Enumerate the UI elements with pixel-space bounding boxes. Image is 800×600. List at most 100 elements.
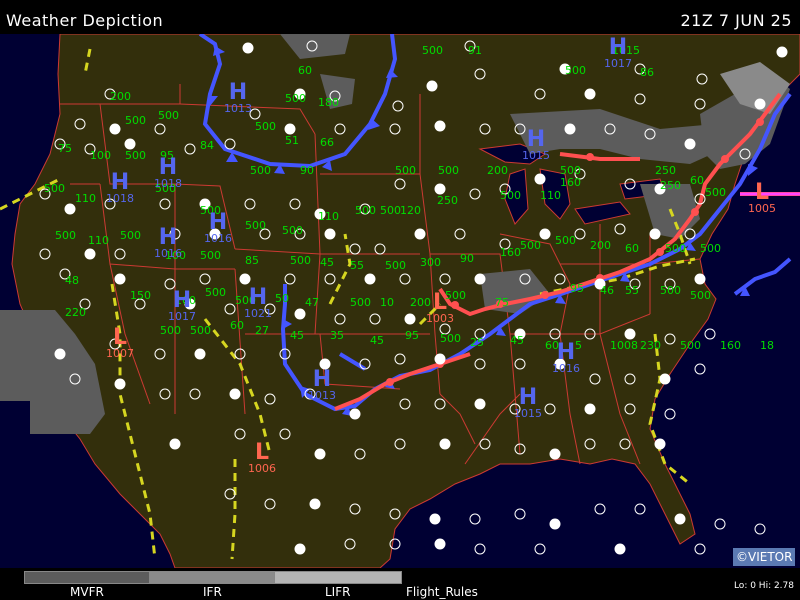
pressure-center-value: 1006 [248,462,276,475]
page-title: Weather Depiction [6,11,164,30]
station-circle [754,98,766,110]
ceiling-label: 45 [510,334,524,347]
ceiling-label: 500 [250,164,271,177]
ceiling-label: 84 [200,139,214,152]
station-circle [114,273,126,285]
ceiling-label: 47 [305,296,319,309]
ceiling-label: 75 [495,296,509,309]
station-circle [124,138,136,150]
station-circle [109,123,121,135]
station-circle [229,388,241,400]
ceiling-label: 500 [422,44,443,57]
pressure-center-value: 1015 [522,149,550,162]
ceiling-label: 110 [75,192,96,205]
ceiling-label: 50 [275,292,289,305]
pressure-center-value: 1007 [106,347,134,360]
ceiling-label: 110 [318,210,339,223]
ceiling-label: 220 [65,306,86,319]
station-circle [614,543,626,555]
ceiling-label: 500 [160,324,181,337]
ceiling-label: 120 [400,204,421,217]
station-circle [564,123,576,135]
station-circle [349,408,361,420]
ceiling-label: 500 [125,114,146,127]
ceiling-label: 100 [90,149,111,162]
ceiling-label: 500 [205,286,226,299]
ceiling-label: 500 [55,229,76,242]
legend-swatch-lifr [274,571,402,584]
ceiling-label: 500 [565,64,586,77]
station-circle [404,313,416,325]
station-circle [584,88,596,100]
pressure-center-value: 1017 [168,310,196,323]
ceiling-label: 500 [680,339,701,352]
ceiling-label: 25 [470,336,484,349]
ceiling-label: 200 [110,90,131,103]
station-circle [649,228,661,240]
station-circle [474,273,486,285]
ceiling-label: 230 [640,339,661,352]
ceiling-label: 200 [590,239,611,252]
station-circle [324,228,336,240]
ceiling-label: 60 [298,64,312,77]
station-circle [84,248,96,260]
ceiling-label: 500 [690,289,711,302]
station-circle [474,398,486,410]
ceiling-label: 250 [660,179,681,192]
station-circle [309,498,321,510]
ceiling-label: 27 [255,324,269,337]
pressure-center-value: 1018 [154,177,182,190]
ceiling-label: 500 [380,204,401,217]
station-circle [534,173,546,185]
pacific-ocean [0,474,90,568]
station-circle [434,183,446,195]
ceiling-label: 180 [318,96,339,109]
station-circle [684,138,696,150]
ceiling-label: 500 [350,296,371,309]
ceiling-label: 150 [130,289,151,302]
station-circle [439,438,451,450]
ceiling-label: 90 [460,252,474,265]
ceiling-label: 75 [58,142,72,155]
ceiling-label: 500 [190,324,211,337]
legend-swatch-mvfr [24,571,151,584]
valid-time: 21Z 7 JUN 25 [680,11,792,30]
weather-map[interactable]: 500 91 500 1015 86 200 500 500 60 500 180 500 51 66 84… [0,32,800,569]
title-bar: Weather Depiction 21Z 7 JUN 25 [0,0,800,34]
pressure-center-value: 1005 [748,202,776,215]
ceiling-label: 200 [487,164,508,177]
station-circle [434,353,446,365]
ceiling-label: 250 [437,194,458,207]
ceiling-label: 250 [655,164,676,177]
station-circle [364,273,376,285]
pressure-center-value: 1016 [154,247,182,260]
station-circle [539,228,551,240]
pressure-center-value: 1015 [514,407,542,420]
ceiling-label: 500 [125,149,146,162]
ceiling-label: 500 [290,254,311,267]
ceiling-label: 45 [320,256,334,269]
pressure-center-value: 1003 [426,312,454,325]
legend-label-lifr: LIFR [325,585,351,599]
footer-legend: MVFR IFR LIFR Flight_Rules Lo: 0 Hi: 2.7… [0,568,800,600]
station-circle [242,42,254,54]
ceiling-label: 95 [405,329,419,342]
ceiling-label: 10 [380,296,394,309]
ceiling-label: 60 [230,319,244,332]
station-circle [414,228,426,240]
pressure-center-value: 1018 [106,192,134,205]
station-circle [549,448,561,460]
ceiling-label: 500 [255,120,276,133]
ceiling-label: 500 [385,259,406,272]
credit-badge: ©VIETOR [733,548,796,566]
legend-label-ifr: IFR [203,585,222,599]
ceiling-label: 55 [350,259,364,272]
station-circle [549,518,561,530]
station-circle [64,203,76,215]
ceiling-label: 500 [665,242,686,255]
station-circle [776,46,788,58]
ceiling-label: 91 [468,44,482,57]
ceiling-label: 500 [705,186,726,199]
ceiling-label: 85 [245,254,259,267]
ceiling-label: 500 [120,229,141,242]
